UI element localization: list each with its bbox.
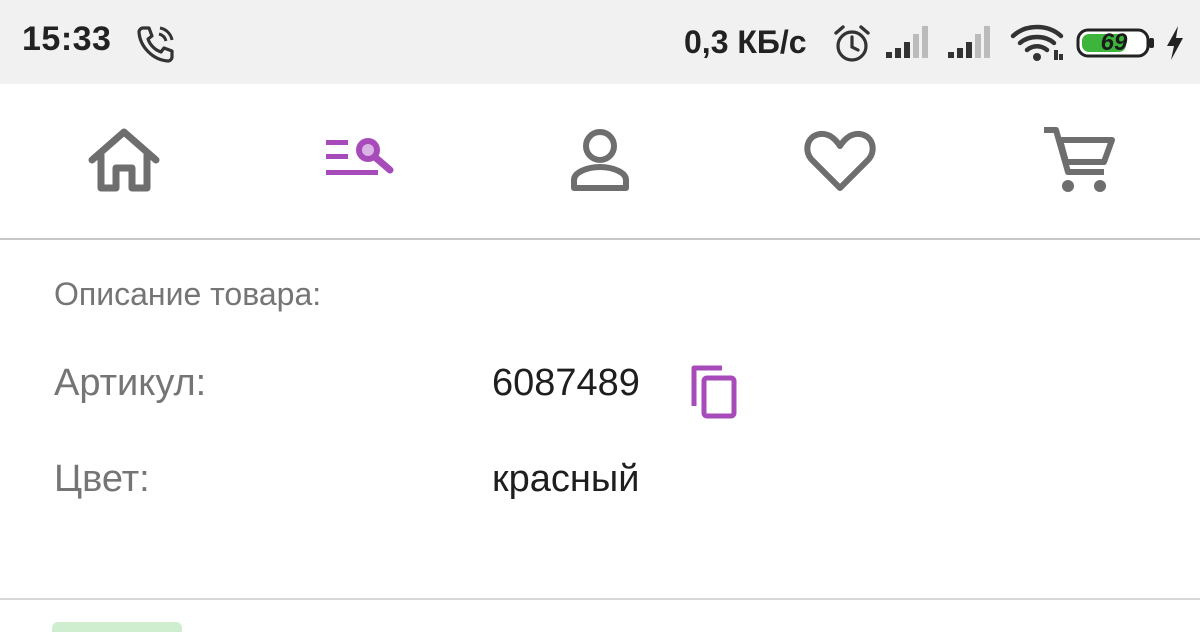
product-description-title: Описание товара: <box>54 276 322 312</box>
home-icon <box>88 128 160 192</box>
alarm-icon <box>834 25 870 62</box>
signal-icon <box>948 26 990 58</box>
charging-icon <box>1167 26 1183 60</box>
tab-catalog[interactable] <box>322 120 402 200</box>
network-speed: 0,3 КБ/с <box>684 24 807 60</box>
catalog-search-icon <box>326 138 394 175</box>
tab-bar <box>0 84 1200 240</box>
next-section-chip <box>52 622 182 632</box>
color-label: Цвет: <box>54 458 150 500</box>
status-bar: 15:33 0,3 КБ/с 69 <box>0 0 1200 84</box>
cart-icon <box>1044 127 1115 192</box>
copy-icon[interactable] <box>688 362 740 420</box>
heart-icon <box>804 130 876 191</box>
tab-home[interactable] <box>84 120 164 200</box>
color-value: красный <box>492 458 640 500</box>
tab-cart[interactable] <box>1040 120 1120 200</box>
tab-profile[interactable] <box>560 120 640 200</box>
wifi-icon <box>1010 24 1064 61</box>
status-time: 15:33 <box>22 20 112 58</box>
article-label: Артикул: <box>54 362 207 404</box>
battery-level: 69 <box>1100 29 1128 56</box>
section-divider <box>0 598 1200 600</box>
signal-icon <box>886 26 928 58</box>
person-icon <box>571 129 629 191</box>
tab-favorites[interactable] <box>800 120 880 200</box>
call-icon <box>137 26 174 63</box>
article-value: 6087489 <box>492 362 640 404</box>
